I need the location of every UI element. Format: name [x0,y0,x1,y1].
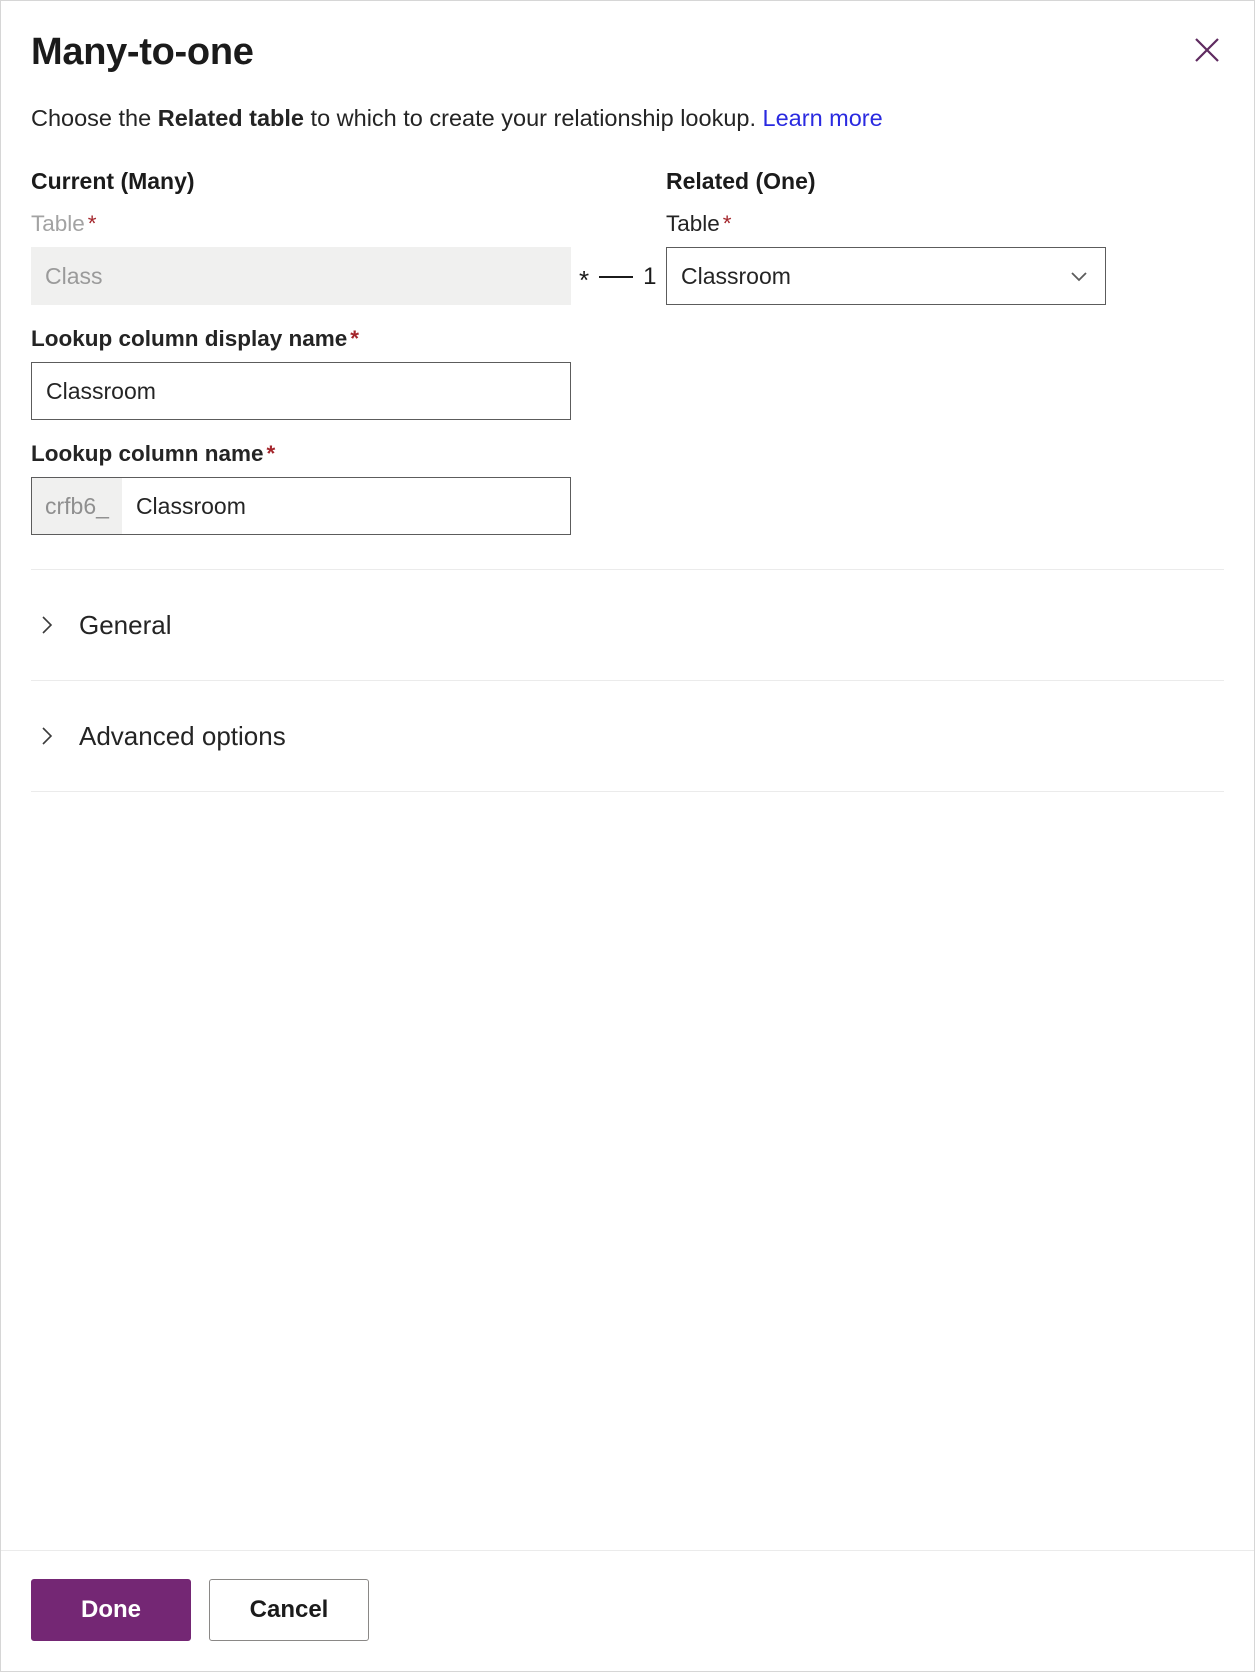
one-symbol: 1 [643,263,657,291]
related-one-heading: Related (One) [666,168,816,195]
related-table-dropdown[interactable]: Classroom [666,247,1106,306]
dialog-footer: Done Cancel [1,1550,1254,1671]
chevron-right-icon [35,613,59,637]
relation-line [599,276,634,279]
lookup-name-input[interactable]: Classroom [122,478,570,534]
close-button[interactable] [1184,27,1230,73]
lookup-display-name-value: Classroom [46,377,156,404]
lookup-name-input-wrapper: crfb6_ Classroom [31,477,571,536]
related-table-value: Classroom [681,262,791,289]
done-button[interactable]: Done [31,1579,191,1641]
current-table-input: Class [31,247,571,306]
accordion-advanced-options[interactable]: Advanced options [31,681,1224,791]
page-title: Many-to-one [31,31,254,73]
relation-notation: * 1 [571,168,666,305]
cancel-button[interactable]: Cancel [209,1579,369,1641]
close-icon [1192,35,1222,65]
learn-more-link[interactable]: Learn more [763,105,883,131]
required-asterisk: * [266,441,276,467]
related-one-column: Related (One) Table * Classroom [666,168,1106,306]
related-table-label: Table * [666,211,732,236]
current-table-value: Class [45,262,103,289]
accordion-general-label: General [79,610,172,641]
description-bold: Related table [157,104,305,131]
chevron-right-icon [35,724,59,748]
current-many-heading: Current (Many) [31,168,195,195]
current-table-label: Table * [31,211,97,236]
lookup-display-name-input[interactable]: Classroom [31,362,571,421]
lookup-display-name-group: Lookup column display name * Classroom [31,325,571,421]
many-symbol: * [579,265,590,296]
lookup-name-label: Lookup column name * [31,441,276,467]
chevron-down-icon [1065,262,1093,290]
lookup-name-group: Lookup column name * crfb6_ Classroom [31,440,571,536]
dialog-header: Many-to-one [1,1,1254,75]
lookup-name-prefix: crfb6_ [32,478,122,535]
lookup-display-name-label: Lookup column display name * [31,326,360,352]
dialog-body: Current (Many) Table * Class * 1 Related … [1,134,1254,1550]
many-to-one-dialog: Many-to-one Choose the Related table to … [0,0,1255,1672]
description-suffix: to which to create your relationship loo… [304,104,763,131]
accordion-advanced-options-label: Advanced options [79,721,286,752]
accordion-general[interactable]: General [31,570,1224,680]
table-columns: Current (Many) Table * Class * 1 Related … [31,168,1224,306]
required-asterisk: * [722,211,732,236]
divider [31,791,1224,793]
current-many-column: Current (Many) Table * Class [31,168,571,306]
required-asterisk: * [350,326,360,352]
required-asterisk: * [87,211,97,236]
dialog-description: Choose the Related table to which to cre… [1,103,1254,135]
description-prefix: Choose the [31,104,158,131]
